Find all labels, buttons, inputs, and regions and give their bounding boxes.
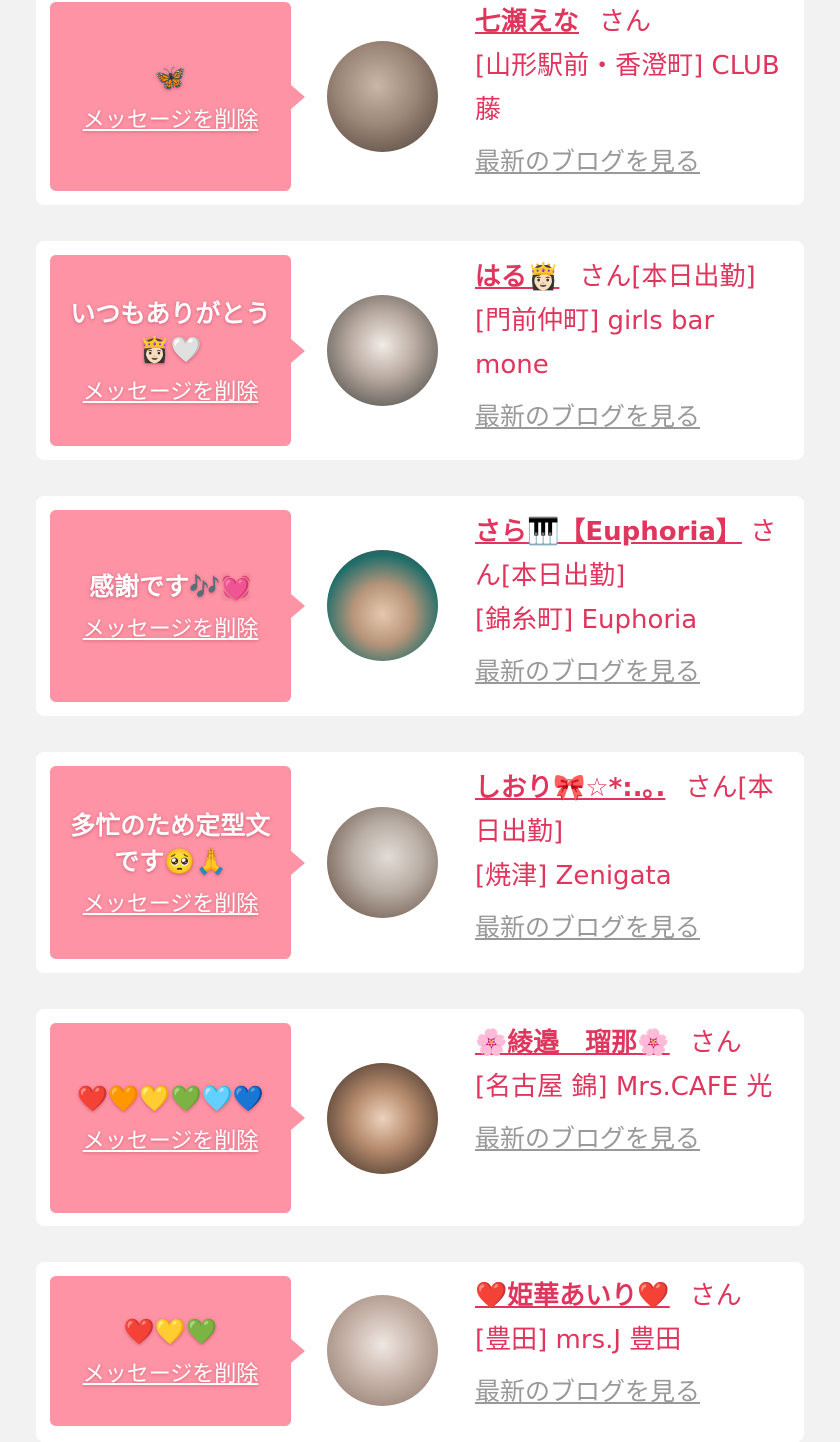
sender-info: さら🎹【Euphoria】 さん[本日出勤] [錦糸町] Euphoria 最新… — [475, 510, 793, 694]
avatar[interactable] — [327, 1063, 438, 1174]
delete-message-link[interactable]: メッセージを削除 — [83, 374, 259, 406]
message-card: ❤️🧡💛💚🩵💙 メッセージを削除 🌸綾邉 瑠那🌸 さん [名古屋 錦] Mrs.C… — [36, 1009, 804, 1226]
message-bubble: 🦋 メッセージを削除 — [50, 2, 305, 191]
sender-name-link[interactable]: さら🎹【Euphoria】 — [475, 517, 742, 547]
latest-blog-link[interactable]: 最新のブログを見る — [475, 1370, 700, 1414]
honorific: さん — [685, 773, 738, 803]
sender-info: 七瀬えな さん [山形駅前・香澄町] CLUB 藤 最新のブログを見る — [475, 0, 793, 184]
avatar[interactable] — [327, 1295, 438, 1406]
shop-info: [焼津] Zenigata — [475, 861, 672, 891]
message-bubble: ❤️💛💚 メッセージを削除 — [50, 1276, 305, 1426]
sender-info: しおり🎀☆*:.｡. さん[本日出勤] [焼津] Zenigata 最新のブログを… — [475, 766, 793, 950]
latest-blog-link[interactable]: 最新のブログを見る — [475, 906, 700, 950]
message-card: 多忙のため定型文です🥺🙏 メッセージを削除 しおり🎀☆*:.｡. さん[本日出勤]… — [36, 752, 804, 973]
shop-info: [豊田] mrs.J 豊田 — [475, 1325, 682, 1355]
sender-name-link[interactable]: はる👸🏻 — [475, 262, 559, 292]
message-bubble: いつもありがとう👸🏻🤍 メッセージを削除 — [50, 255, 305, 446]
latest-blog-link[interactable]: 最新のブログを見る — [475, 650, 700, 694]
sender-info: 🌸綾邉 瑠那🌸 さん [名古屋 錦] Mrs.CAFE 光 最新のブログを見る — [475, 1021, 793, 1161]
message-bubble: 多忙のため定型文です🥺🙏 メッセージを削除 — [50, 766, 305, 959]
avatar[interactable] — [327, 295, 438, 406]
shop-info: [錦糸町] Euphoria — [475, 605, 698, 635]
honorific: さん — [599, 7, 652, 37]
sender-info: はる👸🏻 さん[本日出勤] [門前仲町] girls bar mone 最新のブロ… — [475, 255, 793, 439]
status-text: [本日出勤] — [501, 561, 626, 591]
sender-name-link[interactable]: しおり🎀☆*:.｡. — [475, 773, 665, 803]
shop-info: [門前仲町] girls bar mone — [475, 306, 715, 380]
latest-blog-link[interactable]: 最新のブログを見る — [475, 140, 700, 184]
avatar[interactable] — [327, 807, 438, 918]
sender-name-link[interactable]: ❤️姫華あいり❤️ — [475, 1281, 670, 1311]
avatar[interactable] — [327, 41, 438, 152]
message-bubble: 感謝です🎶💓 メッセージを削除 — [50, 510, 305, 702]
delete-message-link[interactable]: メッセージを削除 — [83, 102, 259, 134]
shop-info: [山形駅前・香澄町] CLUB 藤 — [475, 51, 780, 125]
shop-info: [名古屋 錦] Mrs.CAFE 光 — [475, 1072, 773, 1102]
message-text: いつもありがとう👸🏻🤍 — [70, 298, 271, 364]
delete-message-link[interactable]: メッセージを削除 — [83, 886, 259, 918]
message-text: ❤️🧡💛💚🩵💙 — [77, 1084, 264, 1113]
delete-message-link[interactable]: メッセージを削除 — [83, 1123, 259, 1155]
sender-info: ❤️姫華あいり❤️ さん [豊田] mrs.J 豊田 最新のブログを見る — [475, 1274, 793, 1414]
latest-blog-link[interactable]: 最新のブログを見る — [475, 1117, 700, 1161]
sender-name-link[interactable]: 七瀬えな — [475, 7, 579, 37]
honorific: さん — [579, 262, 632, 292]
honorific: さん — [689, 1028, 742, 1058]
delete-message-link[interactable]: メッセージを削除 — [83, 611, 259, 643]
message-card: ❤️💛💚 メッセージを削除 ❤️姫華あいり❤️ さん [豊田] mrs.J 豊田 … — [36, 1262, 804, 1442]
latest-blog-link[interactable]: 最新のブログを見る — [475, 395, 700, 439]
message-card: 感謝です🎶💓 メッセージを削除 さら🎹【Euphoria】 さん[本日出勤] [… — [36, 496, 804, 716]
message-card: 🦋 メッセージを削除 七瀬えな さん [山形駅前・香澄町] CLUB 藤 最新のブ… — [36, 0, 804, 205]
delete-message-link[interactable]: メッセージを削除 — [83, 1356, 259, 1388]
honorific: さん — [689, 1281, 742, 1311]
message-text: ❤️💛💚 — [123, 1317, 218, 1346]
message-text: 感謝です🎶💓 — [89, 572, 252, 601]
sender-name-link[interactable]: 🌸綾邉 瑠那🌸 — [475, 1028, 670, 1058]
status-text: [本日出勤] — [631, 262, 756, 292]
message-text: 多忙のため定型文です🥺🙏 — [70, 810, 271, 876]
message-card: いつもありがとう👸🏻🤍 メッセージを削除 はる👸🏻 さん[本日出勤] [門前仲町]… — [36, 241, 804, 460]
avatar[interactable] — [327, 550, 438, 661]
message-bubble: ❤️🧡💛💚🩵💙 メッセージを削除 — [50, 1023, 305, 1213]
message-text: 🦋 — [154, 62, 187, 92]
